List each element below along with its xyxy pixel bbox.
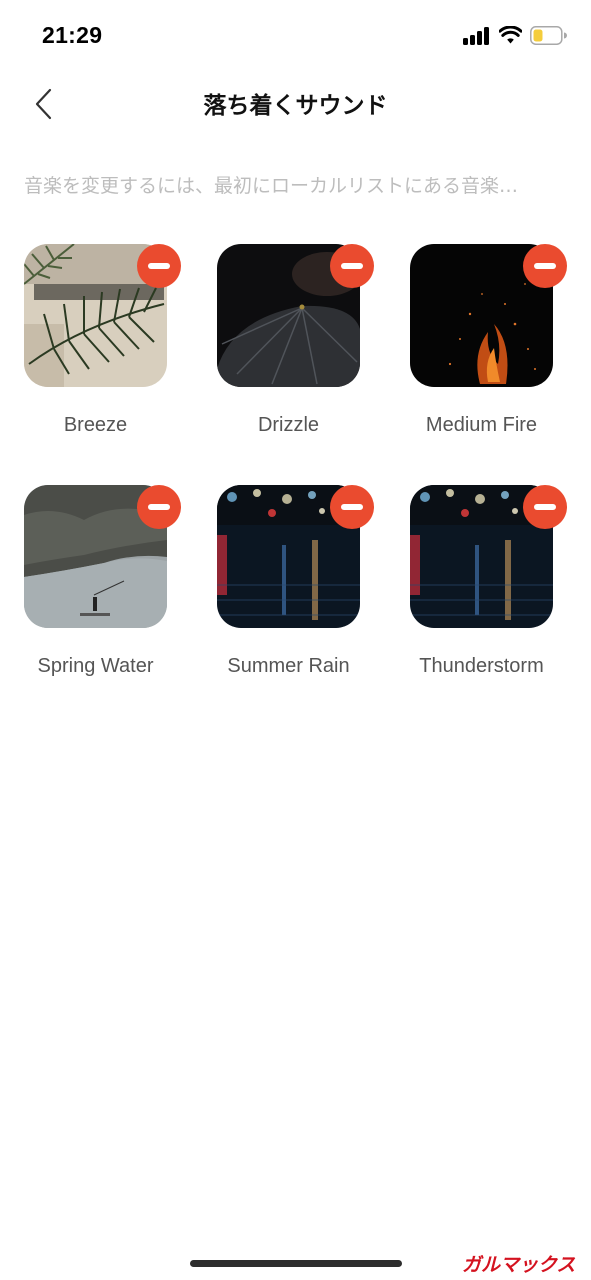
sound-label-drizzle: Drizzle xyxy=(257,414,320,436)
hint-text: 音楽を変更するには、最初にローカルリストにある音楽… xyxy=(24,175,519,197)
remove-spring-water-button[interactable] xyxy=(137,485,181,529)
home-indicator[interactable] xyxy=(190,1260,402,1267)
remove-medium-fire-button[interactable] xyxy=(523,244,567,288)
minus-icon xyxy=(148,504,170,510)
minus-icon xyxy=(534,504,556,510)
svg-text:ガルマックス: ガルマックス xyxy=(462,1254,575,1276)
battery-icon xyxy=(530,26,567,45)
sound-label-spring-water: Spring Water xyxy=(37,655,154,677)
watermark-logo: ガルマックス xyxy=(462,1254,575,1276)
minus-icon xyxy=(341,504,363,510)
sound-tile-breeze[interactable]: Breeze xyxy=(24,244,204,459)
minus-icon xyxy=(148,263,170,269)
remove-breeze-button[interactable] xyxy=(137,244,181,288)
sound-tile-summer-rain[interactable]: Summer Rain xyxy=(217,485,397,700)
cellular-signal-icon xyxy=(463,27,491,45)
minus-icon xyxy=(534,263,556,269)
page-title: 落ち着くサウンド xyxy=(203,93,388,119)
remove-drizzle-button[interactable] xyxy=(330,244,374,288)
sound-tile-medium-fire[interactable]: Medium Fire xyxy=(410,244,590,459)
sound-tile-thunderstorm[interactable]: Thunderstorm xyxy=(410,485,590,700)
sound-label-breeze: Breeze xyxy=(63,414,128,436)
remove-thunderstorm-button[interactable] xyxy=(523,485,567,529)
sound-tile-spring-water[interactable]: Spring Water xyxy=(24,485,204,700)
sound-tile-drizzle[interactable]: Drizzle xyxy=(217,244,397,459)
remove-summer-rain-button[interactable] xyxy=(330,485,374,529)
status-time: 21:29 xyxy=(42,22,103,48)
sound-label-summer-rain: Summer Rain xyxy=(227,655,350,677)
minus-icon xyxy=(341,263,363,269)
sound-label-thunderstorm: Thunderstorm xyxy=(419,655,544,677)
wifi-icon xyxy=(499,26,522,44)
sound-label-medium-fire: Medium Fire xyxy=(425,414,538,436)
status-bar: 21:29 xyxy=(0,0,591,70)
